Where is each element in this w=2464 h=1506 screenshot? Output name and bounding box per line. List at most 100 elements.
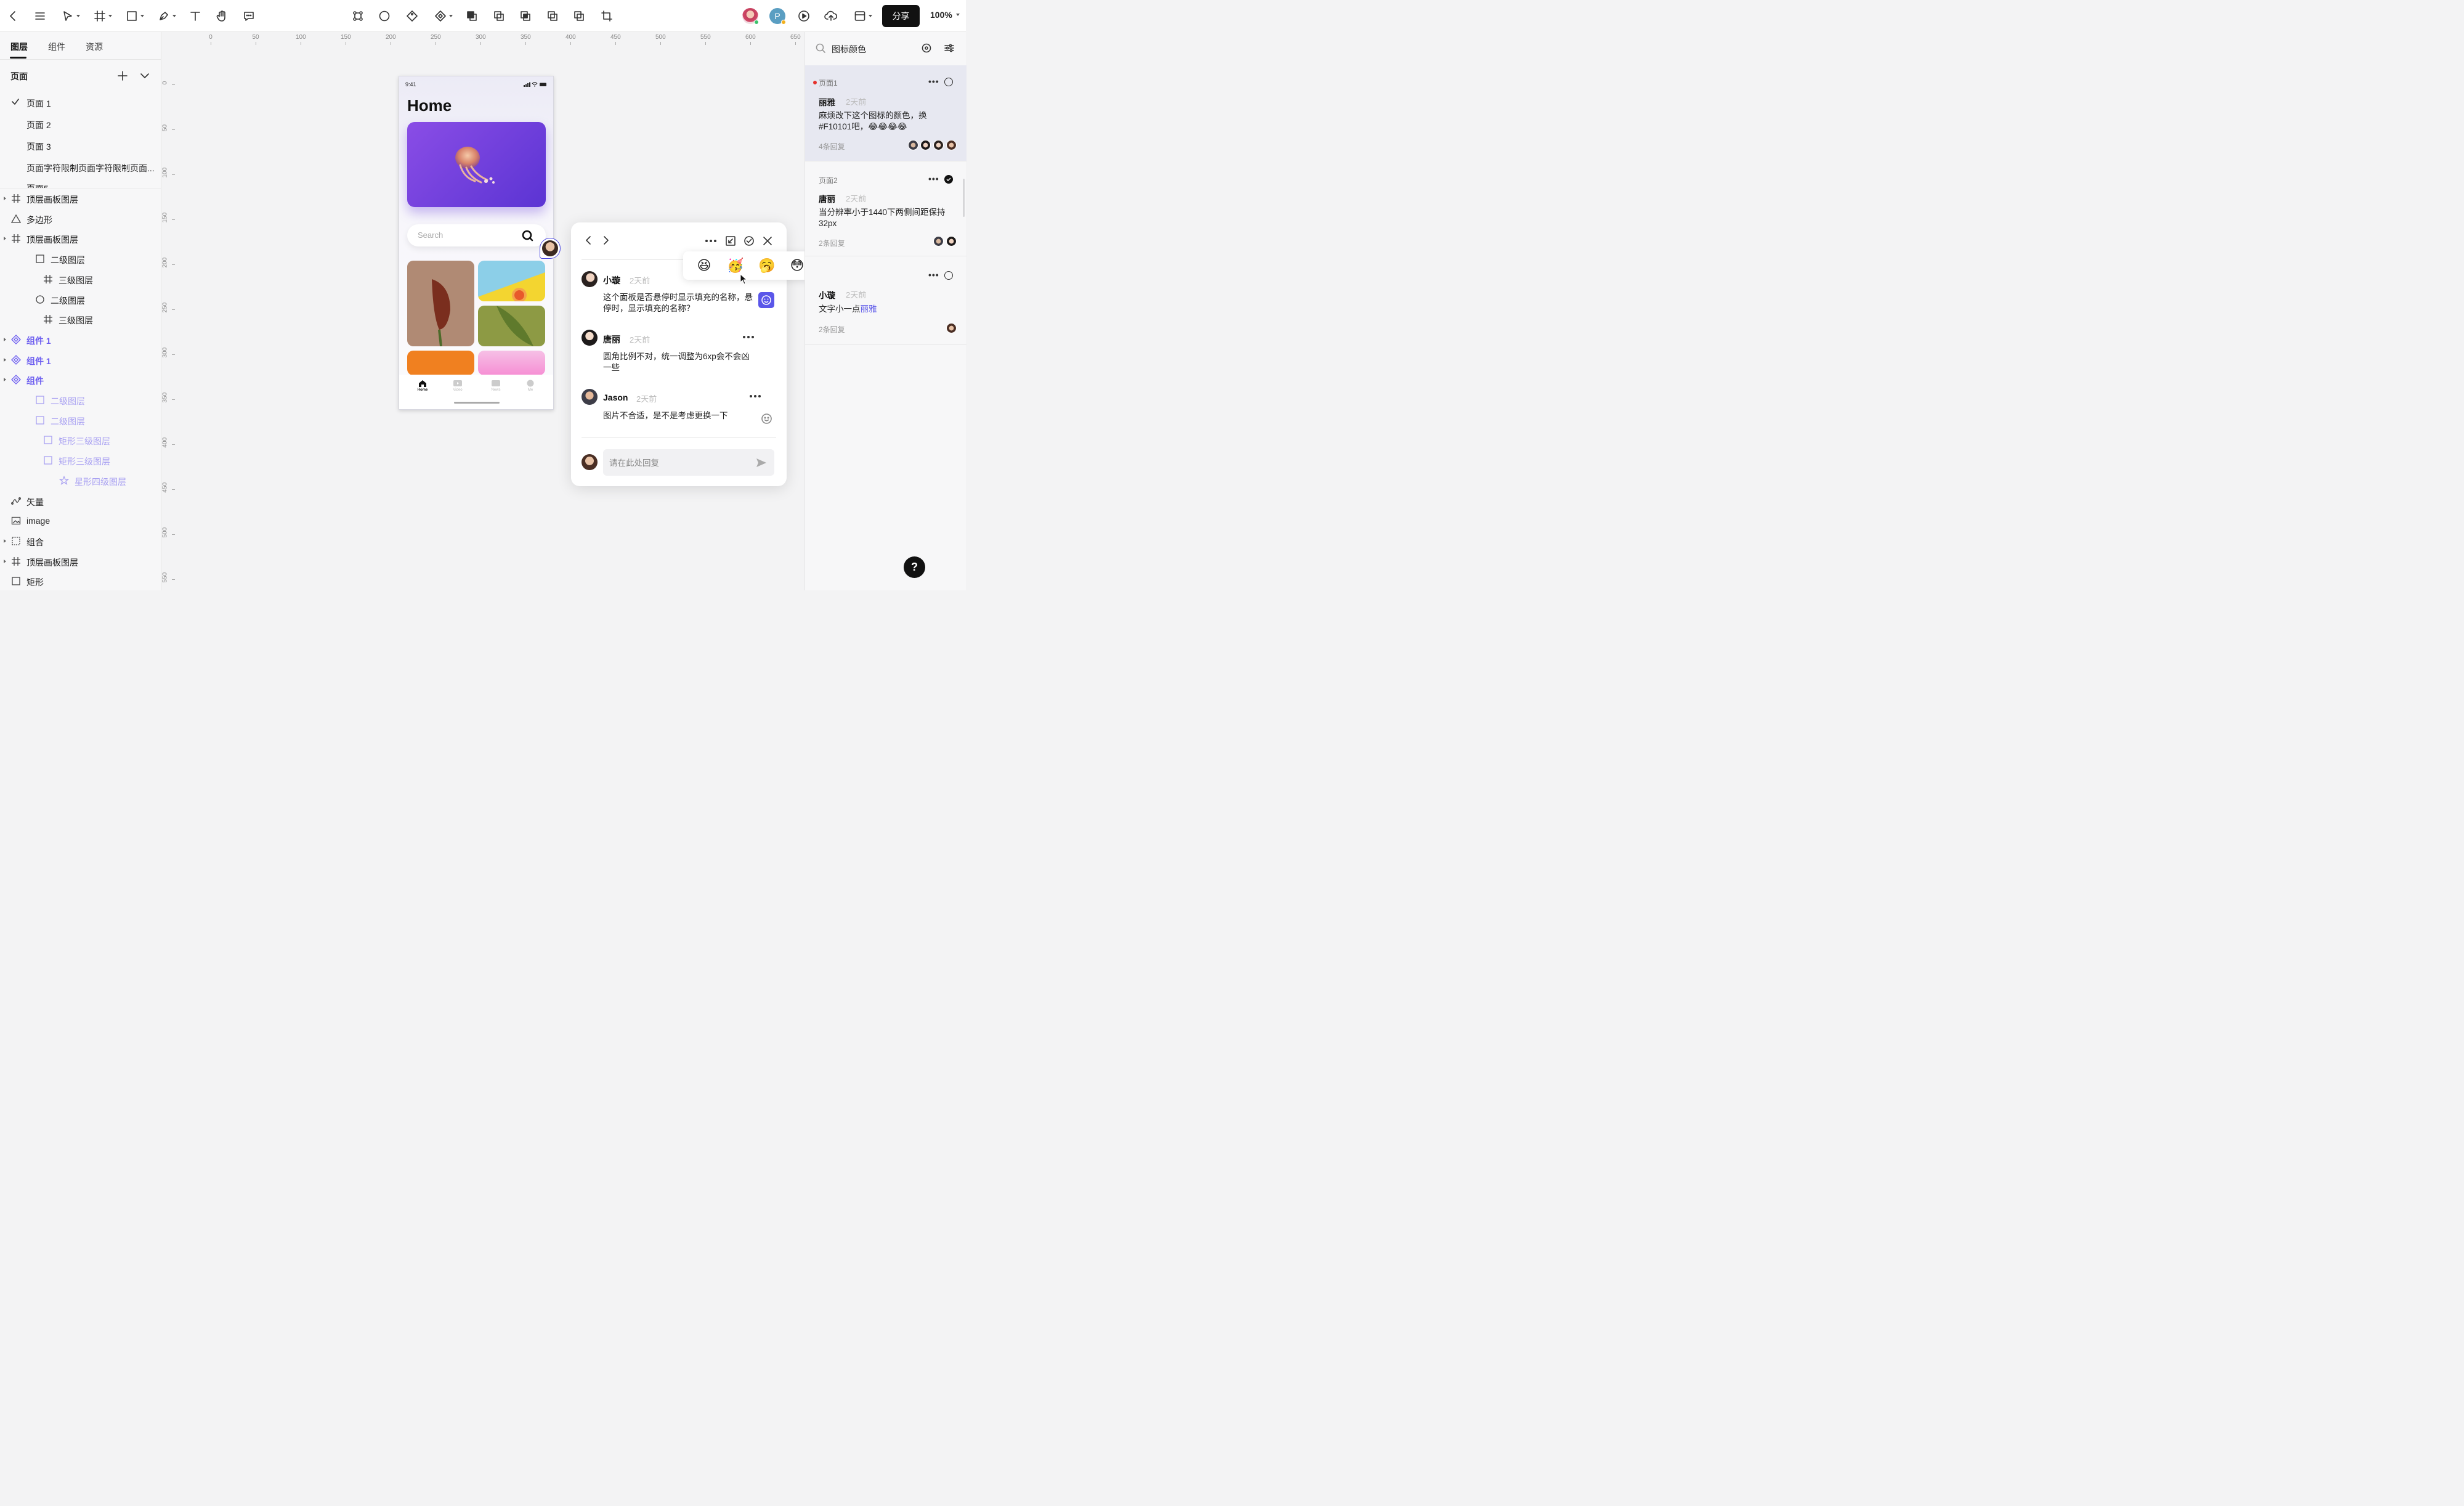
expand-arrow-icon[interactable] [4, 237, 6, 241]
emoji-option[interactable]: 😳 [789, 258, 805, 274]
layer-item[interactable]: 三级图层 [0, 270, 161, 288]
layer-item[interactable]: 二级图层 [0, 290, 161, 309]
intersect-icon[interactable] [517, 7, 533, 25]
resolve-pin-icon[interactable] [725, 235, 736, 246]
layer-item[interactable]: 组件 1 [0, 330, 161, 349]
tab-home[interactable]: Home [410, 380, 435, 392]
pen-icon[interactable] [155, 7, 179, 25]
filter-target-icon[interactable] [921, 43, 932, 54]
layer-item[interactable]: 矢量 [0, 492, 161, 510]
layer-item[interactable]: 组件 [0, 370, 161, 389]
layer-item[interactable]: 组合 [0, 532, 161, 550]
union-icon[interactable] [464, 7, 480, 25]
send-icon[interactable] [755, 457, 768, 469]
layer-item[interactable]: 矩形三级图层 [0, 431, 161, 449]
check-circle-icon[interactable] [944, 271, 953, 280]
expand-arrow-icon[interactable] [4, 197, 6, 200]
more-icon[interactable]: ••• [928, 174, 939, 184]
tab-layers[interactable]: 图层 [10, 41, 28, 53]
text-icon[interactable] [187, 7, 203, 25]
upload-icon[interactable] [823, 7, 839, 25]
layer-item[interactable]: 组件 1 [0, 351, 161, 369]
tab-assets[interactable]: 资源 [86, 41, 103, 53]
comment-icon[interactable] [241, 7, 257, 25]
close-icon[interactable] [762, 235, 773, 246]
layer-item[interactable]: 矩形三级图层 [0, 451, 161, 470]
layer-item[interactable]: image [0, 511, 161, 530]
move-icon[interactable] [431, 7, 456, 25]
help-button[interactable]: ? [904, 556, 925, 578]
chevron-right-icon[interactable] [600, 235, 611, 246]
emoji-option[interactable]: 🥱 [758, 258, 775, 274]
emoji-reaction-button[interactable] [758, 292, 774, 308]
menu-icon[interactable] [32, 7, 48, 25]
page-item[interactable]: 页面 1 [26, 97, 51, 110]
search-bar[interactable]: Search [407, 224, 546, 246]
scrollbar[interactable] [963, 179, 965, 217]
layer-item[interactable]: 顶层画板图层 [0, 552, 161, 571]
crop-icon[interactable] [599, 7, 615, 25]
emoji-option[interactable]: 🥳 [727, 258, 744, 274]
expand-arrow-icon[interactable] [4, 559, 6, 563]
layer-item[interactable]: 二级图层 [0, 250, 161, 268]
page-item[interactable]: 页面 3 [26, 140, 51, 153]
ellipse-icon[interactable] [376, 7, 392, 25]
component-icon[interactable] [350, 7, 366, 25]
comment-thread[interactable]: ••• 小璇 2天前 文字小一点丽雅 2条回复 [805, 256, 967, 345]
avatar[interactable]: P [768, 7, 787, 25]
rotate-icon[interactable] [404, 7, 420, 25]
expand-arrow-icon[interactable] [4, 378, 6, 382]
layer-item[interactable]: 顶层画板图层 [0, 229, 161, 248]
rectangle-icon[interactable] [123, 7, 147, 25]
comment-thread[interactable]: 页面1 ••• 丽雅 2天前 麻烦改下这个图标的颜色，换#F10101吧，😂😂😂… [805, 65, 967, 161]
check-circle-icon[interactable] [944, 78, 953, 86]
phone-artboard[interactable]: 9:41 Home Search Home Video News Me [399, 76, 554, 410]
expand-arrow-icon[interactable] [4, 337, 6, 341]
more-icon[interactable]: ••• [928, 270, 939, 280]
frame-icon[interactable] [91, 7, 115, 25]
search-icon[interactable] [522, 230, 534, 242]
layout-icon[interactable] [851, 7, 875, 25]
play-icon[interactable] [796, 7, 812, 25]
layer-item[interactable]: 二级图层 [0, 411, 161, 429]
emoji-option[interactable]: 😆 [696, 258, 712, 274]
more-icon[interactable]: ••• [928, 76, 939, 86]
mention-link[interactable]: 丽雅 [861, 304, 877, 314]
settings-sliders-icon[interactable] [944, 43, 955, 54]
tab-video[interactable]: Video [445, 380, 470, 392]
share-button[interactable]: 分享 [882, 5, 920, 27]
layer-item[interactable]: 星形四级图层 [0, 471, 161, 490]
more-icon[interactable] [742, 333, 755, 341]
layer-item[interactable]: 三级图层 [0, 310, 161, 328]
expand-arrow-icon[interactable] [4, 539, 6, 543]
flatten-icon[interactable] [571, 7, 587, 25]
tab-components[interactable]: 组件 [48, 41, 65, 53]
expand-arrow-icon[interactable] [4, 357, 6, 362]
layer-item[interactable]: 矩形 [0, 572, 161, 590]
avatar[interactable] [741, 7, 760, 25]
search-query[interactable]: 图标颜色 [832, 43, 866, 55]
reply-input[interactable] [609, 456, 745, 470]
tab-me[interactable]: Me [518, 380, 543, 392]
page-item[interactable]: 页面 2 [26, 119, 51, 131]
chevron-down-icon[interactable] [139, 70, 150, 81]
emoji-icon[interactable] [761, 413, 772, 425]
layer-item[interactable]: 顶层画板图层 [0, 189, 161, 208]
add-page-icon[interactable] [117, 70, 128, 81]
page-item[interactable]: 页面5 [26, 182, 49, 188]
zoom-level[interactable]: 100% [930, 10, 960, 20]
pointer-icon[interactable] [59, 7, 83, 25]
chevron-left-icon[interactable] [5, 7, 21, 25]
exclude-icon[interactable] [545, 7, 561, 25]
tab-news[interactable]: News [484, 380, 508, 392]
subtract-icon[interactable] [491, 7, 507, 25]
chevron-left-icon[interactable] [583, 235, 594, 246]
resolved-check-icon[interactable] [944, 175, 953, 184]
layer-item[interactable]: 多边形 [0, 210, 161, 228]
more-icon[interactable] [704, 235, 718, 246]
comment-pin[interactable] [540, 238, 561, 259]
page-item[interactable]: 页面字符限制页面字符限制页面... [26, 162, 155, 174]
hand-icon[interactable] [214, 7, 230, 25]
check-circle-icon[interactable] [744, 235, 755, 246]
more-icon[interactable] [748, 393, 762, 400]
